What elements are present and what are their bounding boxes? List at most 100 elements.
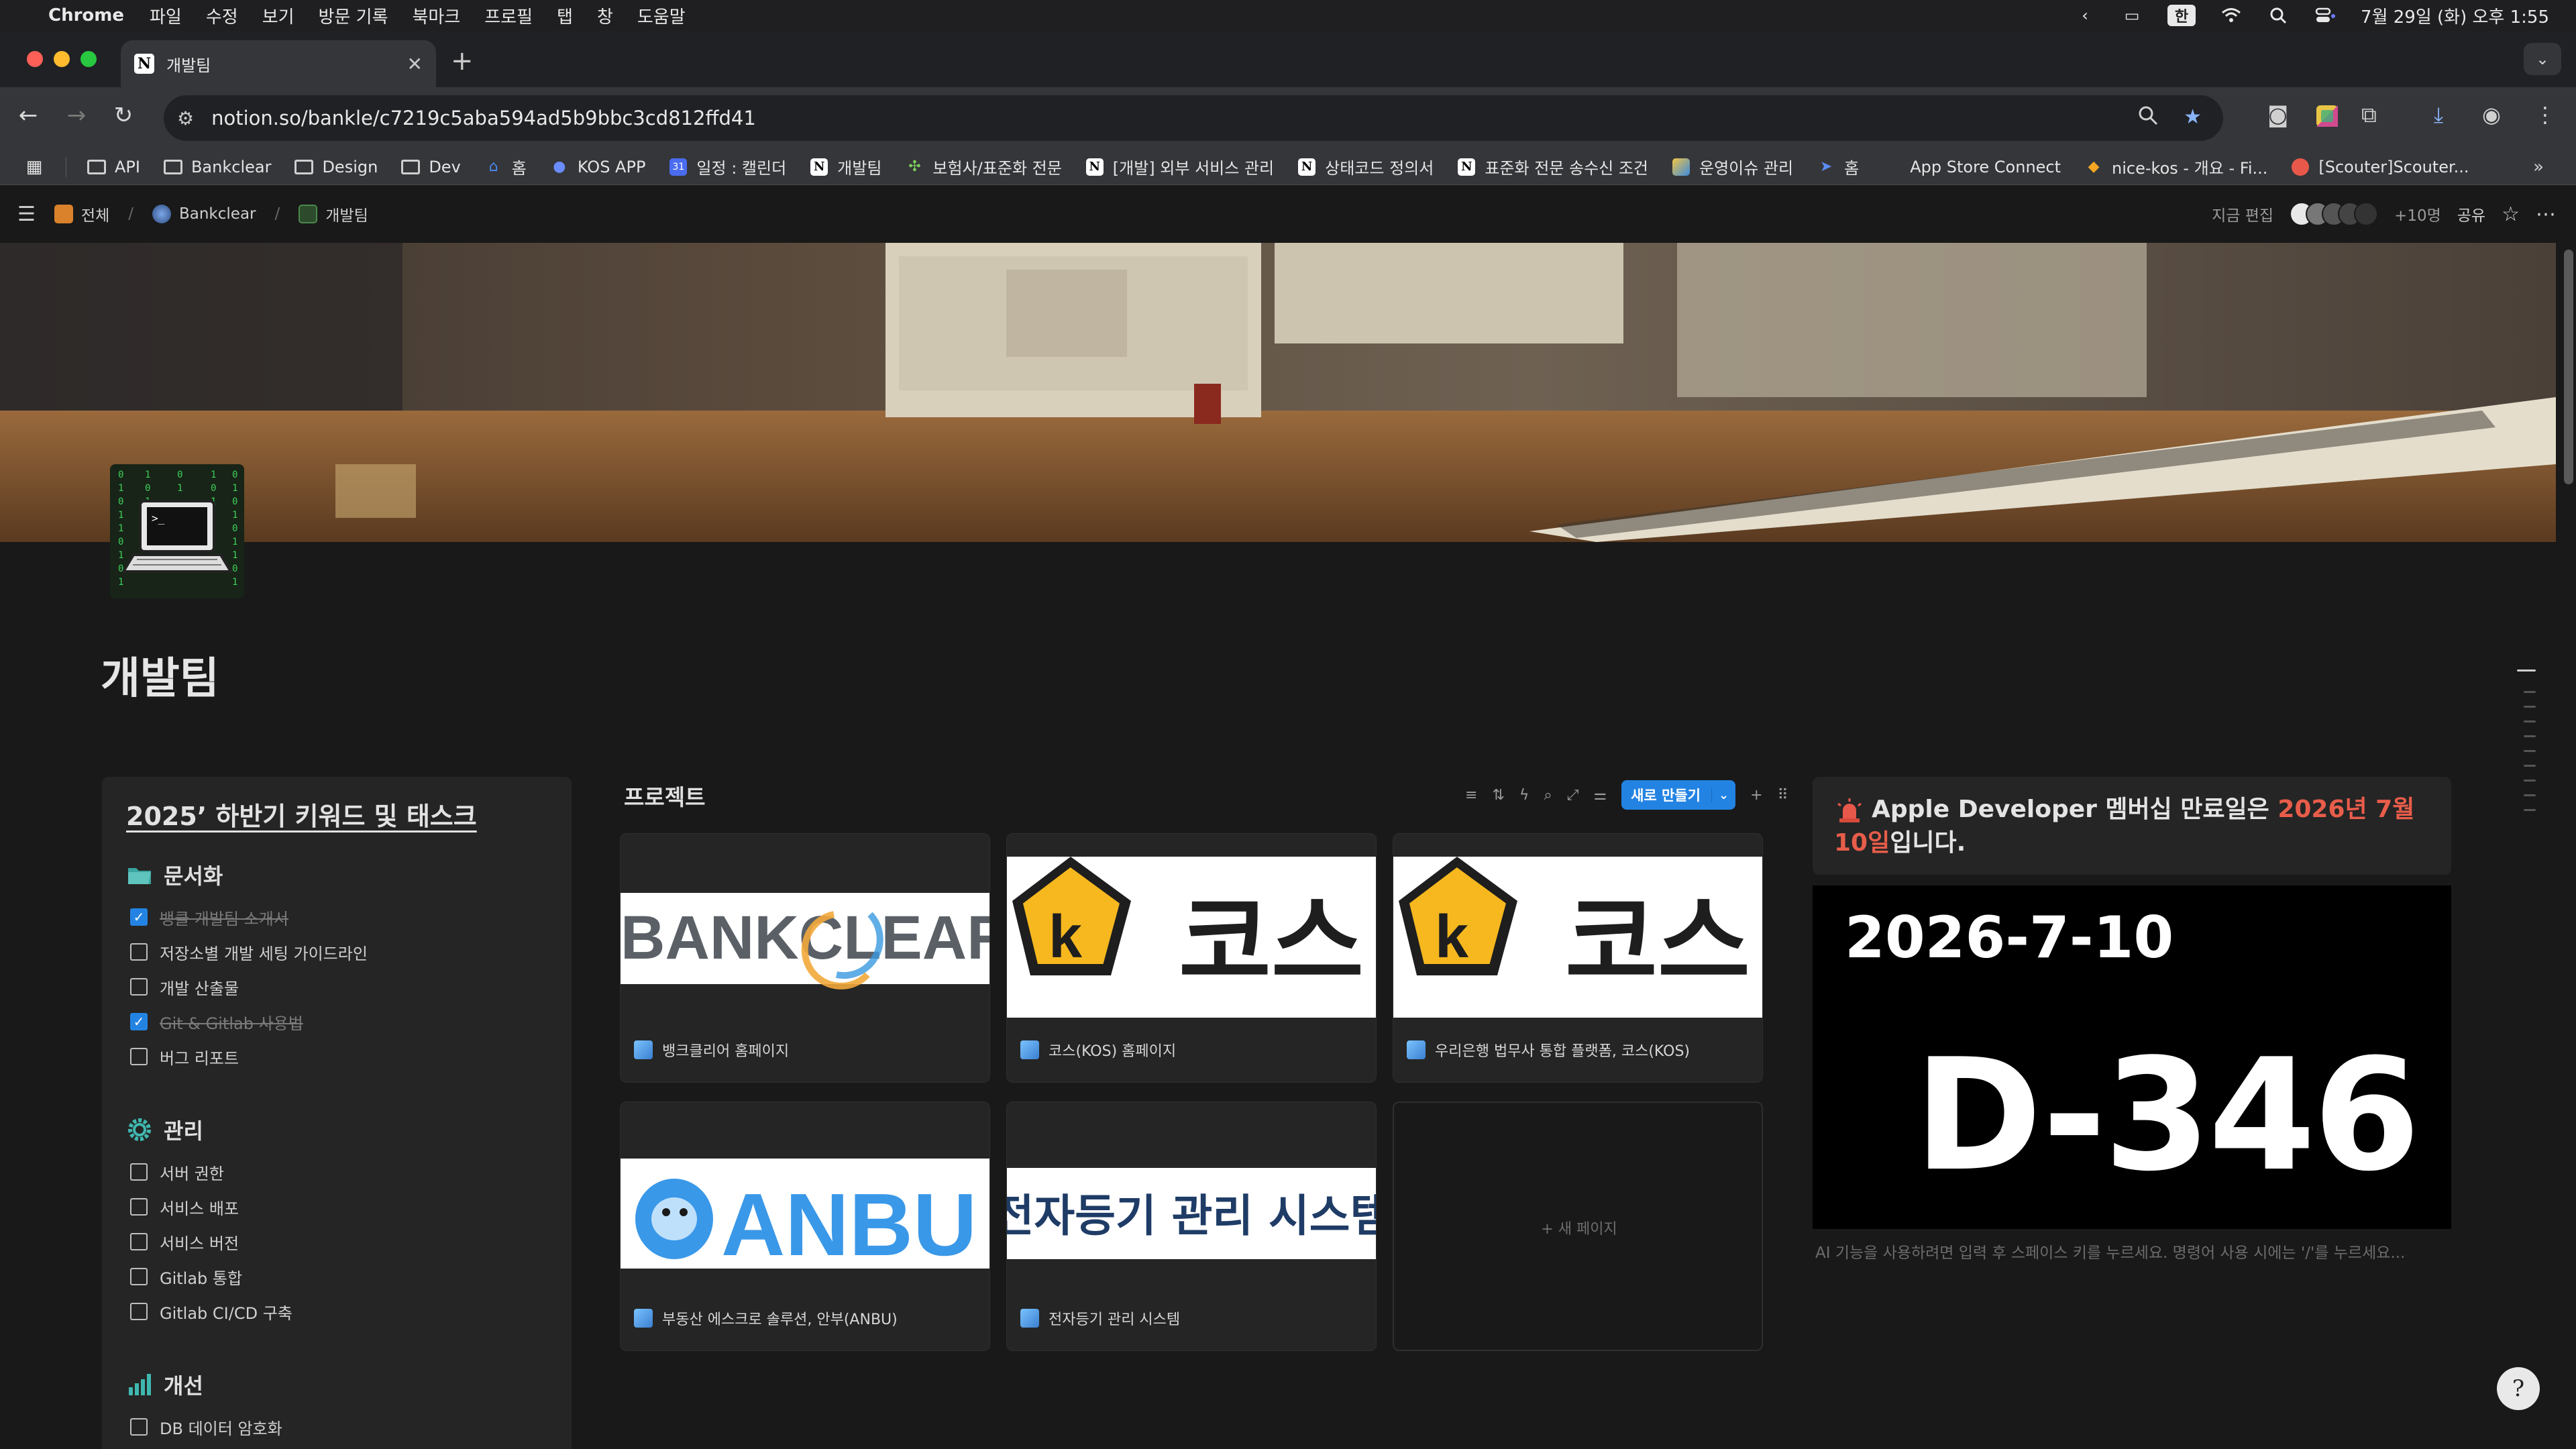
- new-page-label[interactable]: + 새 페이지: [1394, 1217, 1762, 1238]
- ai-input-placeholder[interactable]: AI 기능을 사용하려면 입력 후 스페이스 키를 누르세요. 명령어 사용 시…: [1815, 1240, 2405, 1263]
- expand-icon[interactable]: ⤢: [1567, 787, 1579, 804]
- project-card[interactable]: k 코스 우리은행 법무사 통합 플랫폼, 코스(KOS): [1393, 833, 1763, 1083]
- todo-item[interactable]: DB 데이터 암호화: [126, 1409, 547, 1444]
- project-card[interactable]: 전자등기 관리 시스템 전자등기 관리 시스템: [1006, 1102, 1377, 1351]
- control-center-icon[interactable]: [2314, 7, 2337, 24]
- todo-item[interactable]: 저장소별 개발 세팅 가이드라인: [126, 934, 547, 969]
- zoom-icon[interactable]: [2138, 105, 2158, 131]
- camera-icon[interactable]: ◙: [2267, 102, 2288, 127]
- back-arrow-icon[interactable]: ←: [12, 102, 44, 129]
- menu-bookmarks[interactable]: 북마크: [413, 3, 461, 28]
- active-tab[interactable]: N 개발팀 ✕: [121, 40, 436, 87]
- checkbox-icon[interactable]: [130, 1163, 148, 1181]
- apple-membership-callout[interactable]: Apple Developer 멤버십 만료일은 2026년 7월 10일입니다…: [1813, 777, 2451, 875]
- menubar-clock[interactable]: 7월 29일 (화) 오후 1:55: [2361, 3, 2549, 28]
- tab-search-button[interactable]: ⌄: [2524, 43, 2561, 75]
- todo-item[interactable]: 서버 권한: [126, 1155, 547, 1189]
- page-scrollbar[interactable]: [2564, 250, 2573, 484]
- new-page-card[interactable]: + 새 페이지: [1393, 1102, 1763, 1351]
- menu-help[interactable]: 도움말: [637, 3, 686, 28]
- breadcrumb-item-bankclear[interactable]: Bankclear: [152, 205, 256, 223]
- bookmark-item[interactable]: ⌂ 홈: [484, 155, 527, 178]
- drag-handle-icon[interactable]: ⠿: [1778, 787, 1788, 804]
- checkbox-checked-icon[interactable]: ✓: [130, 1013, 148, 1030]
- new-item-button[interactable]: 새로 만들기 ⌄: [1621, 780, 1736, 810]
- tasks-heading[interactable]: 2025’ 하반기 키워드 및 태스크: [126, 796, 547, 833]
- menu-file[interactable]: 파일: [150, 3, 182, 28]
- more-options-icon[interactable]: ⋯: [2536, 203, 2556, 226]
- new-tab-button[interactable]: +: [451, 46, 474, 76]
- checkbox-icon[interactable]: [130, 1233, 148, 1250]
- search-icon[interactable]: ⌕: [1544, 787, 1552, 804]
- breadcrumb-item-all[interactable]: 전체: [54, 203, 109, 225]
- zoom-window-button[interactable]: [80, 51, 97, 67]
- menu-view[interactable]: 보기: [262, 3, 294, 28]
- bookmark-item[interactable]: ◆ nice-kos - 개요 - Fi...: [2084, 155, 2268, 178]
- bookmark-item[interactable]: 운영이슈 관리: [1671, 155, 1793, 178]
- download-icon[interactable]: ⤓: [2434, 102, 2443, 128]
- dday-counter-widget[interactable]: 2026-7-10 D-346: [1813, 885, 2451, 1229]
- menu-profile[interactable]: 프로필: [484, 3, 533, 28]
- bookmark-star-icon[interactable]: ★: [2184, 105, 2202, 131]
- bookmark-item[interactable]: API: [87, 158, 140, 176]
- todo-item[interactable]: 서비스 버전: [126, 1224, 547, 1259]
- checkbox-icon[interactable]: [130, 1198, 148, 1216]
- menu-edit[interactable]: 수정: [206, 3, 238, 28]
- wifi-icon[interactable]: [2220, 7, 2243, 24]
- todo-item[interactable]: 개발 산출물: [126, 969, 547, 1004]
- bookmark-item[interactable]: App Store Connect: [1882, 158, 2061, 176]
- settings-sliders-icon[interactable]: ⚌: [1593, 787, 1607, 804]
- bookmark-item[interactable]: Bankclear: [163, 158, 271, 176]
- close-tab-icon[interactable]: ✕: [407, 53, 423, 75]
- section-header-documentation[interactable]: 문서화: [126, 859, 547, 890]
- more-bookmarks-icon[interactable]: »: [2533, 157, 2544, 177]
- address-url[interactable]: notion.so/bankle/c7219c5aba594ad5b9bbc3c…: [211, 107, 756, 129]
- notion-ai-help-button[interactable]: ?: [2497, 1367, 2540, 1410]
- bookmark-item[interactable]: Dev: [400, 158, 461, 176]
- bookmark-item[interactable]: N 개발팀: [809, 155, 881, 178]
- color-extension-icon[interactable]: [2316, 105, 2339, 133]
- checkbox-icon[interactable]: [130, 978, 148, 996]
- chevron-down-icon[interactable]: ⌄: [1711, 788, 1735, 802]
- menu-history[interactable]: 방문 기록: [319, 3, 388, 28]
- todo-item[interactable]: Gitlab 통합: [126, 1259, 547, 1294]
- project-card[interactable]: k 코스 코스(KOS) 홈페이지: [1006, 833, 1377, 1083]
- section-header-improvement[interactable]: 개선: [126, 1369, 547, 1400]
- add-icon[interactable]: +: [1750, 787, 1762, 804]
- share-button[interactable]: 공유: [2457, 203, 2485, 225]
- favorite-star-icon[interactable]: ☆: [2502, 203, 2520, 226]
- keyboard-icon[interactable]: ▭: [2121, 6, 2143, 25]
- bookmark-item[interactable]: N [개발] 외부 서비스 관리: [1085, 155, 1274, 178]
- menu-window[interactable]: 창: [597, 3, 613, 28]
- checkbox-icon[interactable]: [130, 1418, 148, 1436]
- projects-database-title[interactable]: 프로젝트: [624, 780, 705, 812]
- minimize-window-button[interactable]: [54, 51, 70, 67]
- bookmark-item[interactable]: 31 일정 : 캘린더: [668, 155, 786, 178]
- project-card[interactable]: ANBU 부동산 에스크로 솔루션, 안부(ANBU): [620, 1102, 990, 1351]
- bookmark-item[interactable]: ✣ 보험사/표준화 전문: [904, 155, 1062, 178]
- bookmark-item[interactable]: Design: [294, 158, 378, 176]
- page-cover-image[interactable]: [0, 243, 2556, 542]
- checkbox-icon[interactable]: [130, 943, 148, 961]
- more-collaborators-count[interactable]: +10명: [2394, 203, 2441, 225]
- app-menu[interactable]: Chrome: [48, 5, 124, 25]
- checkbox-icon[interactable]: [130, 1268, 148, 1285]
- apps-grid-icon[interactable]: ▦: [24, 157, 52, 177]
- todo-item[interactable]: ✓ Git & Gitlab 사용법: [126, 1004, 547, 1039]
- page-title[interactable]: 개발팀: [101, 644, 219, 706]
- section-header-management[interactable]: 관리: [126, 1114, 547, 1145]
- input-source-indicator[interactable]: 한: [2167, 5, 2196, 26]
- menu-tab[interactable]: 탭: [557, 3, 573, 28]
- bookmark-item[interactable]: ➤ 홈: [1816, 155, 1859, 178]
- forward-arrow-icon[interactable]: →: [60, 102, 93, 129]
- todo-item[interactable]: ✓ 뱅클 개발팀 소개서: [126, 900, 547, 934]
- checkbox-icon[interactable]: [130, 1303, 148, 1320]
- close-window-button[interactable]: [27, 51, 43, 67]
- spotlight-search-icon[interactable]: [2267, 7, 2290, 24]
- automation-bolt-icon[interactable]: ϟ: [1519, 787, 1529, 804]
- project-card[interactable]: BANKCLEAR 뱅크클리어 홈페이지: [620, 833, 990, 1083]
- todo-item[interactable]: 서비스 배포: [126, 1189, 547, 1224]
- address-bar[interactable]: ⚙ notion.so/bankle/c7219c5aba594ad5b9bbc…: [164, 95, 2223, 141]
- reload-icon[interactable]: ↻: [107, 102, 140, 129]
- todo-item[interactable]: 버그 리포트: [126, 1039, 547, 1074]
